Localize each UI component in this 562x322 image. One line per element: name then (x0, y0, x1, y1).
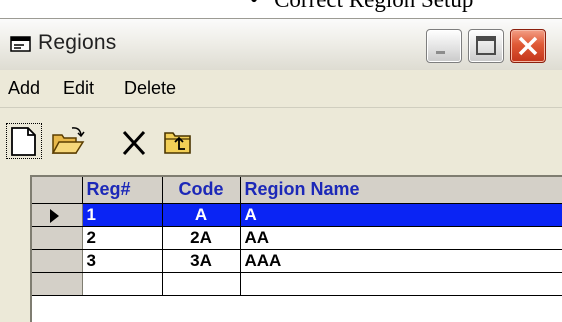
regions-table: Reg# Code Region Name 1 A A 2 2A AA 3 3A… (32, 177, 562, 296)
cell-code[interactable]: 3A (162, 249, 241, 273)
menu-edit[interactable]: Edit (63, 78, 94, 99)
row-selector[interactable] (32, 226, 83, 250)
maximize-icon (476, 36, 496, 55)
cell-region-name[interactable]: A (240, 203, 562, 227)
minimize-icon (436, 51, 445, 54)
up-folder-button[interactable] (160, 123, 196, 159)
header-region-name[interactable]: Region Name (240, 177, 562, 204)
cell-reg[interactable]: 2 (82, 226, 163, 250)
minimize-button[interactable] (426, 29, 462, 63)
cell-reg[interactable] (82, 272, 163, 296)
menu-delete[interactable]: Delete (124, 78, 176, 99)
cell-code[interactable]: A (162, 203, 241, 227)
regions-window: Regions Add Edit Delete Reg# Code Region… (0, 18, 562, 322)
window-app-icon (10, 35, 32, 53)
table-row[interactable]: 2 2A AA (32, 226, 562, 250)
caption-text: Correct Region Setup (274, 0, 473, 12)
open-button[interactable] (50, 123, 86, 159)
cell-region-name[interactable]: AAA (240, 249, 562, 273)
table-row[interactable]: 1 A A (32, 203, 562, 227)
header-reg[interactable]: Reg# (82, 177, 163, 204)
open-folder-icon (51, 127, 85, 154)
cell-code[interactable] (162, 272, 241, 296)
maximize-button[interactable] (468, 29, 504, 63)
table-row[interactable]: 3 3A AAA (32, 249, 562, 273)
cell-code[interactable]: 2A (162, 226, 241, 250)
new-button[interactable] (6, 123, 42, 159)
row-selector[interactable] (32, 249, 83, 273)
close-button[interactable] (510, 29, 546, 63)
menu-add[interactable]: Add (8, 78, 40, 99)
cell-reg[interactable]: 1 (82, 203, 163, 227)
document-caption: • Correct Region Setup (250, 0, 473, 12)
menu-bar: Add Edit Delete (0, 70, 562, 108)
toolbar (0, 109, 562, 169)
delete-button[interactable] (116, 123, 152, 159)
new-document-icon (11, 127, 36, 156)
current-row-arrow-icon (50, 208, 59, 223)
cell-reg[interactable]: 3 (82, 249, 163, 273)
corner-header (32, 177, 83, 204)
header-code[interactable]: Code (162, 177, 241, 204)
bullet: • (250, 0, 258, 12)
delete-x-icon (122, 130, 146, 156)
row-selector[interactable] (32, 272, 83, 296)
regions-grid[interactable]: Reg# Code Region Name 1 A A 2 2A AA 3 3A… (30, 175, 562, 322)
close-icon (518, 36, 538, 56)
cell-region-name[interactable] (240, 272, 562, 296)
cell-region-name[interactable]: AA (240, 226, 562, 250)
up-folder-icon (164, 132, 191, 154)
new-row[interactable] (32, 272, 562, 296)
window-title: Regions (38, 31, 117, 54)
header-row: Reg# Code Region Name (32, 177, 562, 204)
title-bar[interactable]: Regions (0, 18, 562, 70)
row-selector[interactable] (32, 203, 83, 227)
